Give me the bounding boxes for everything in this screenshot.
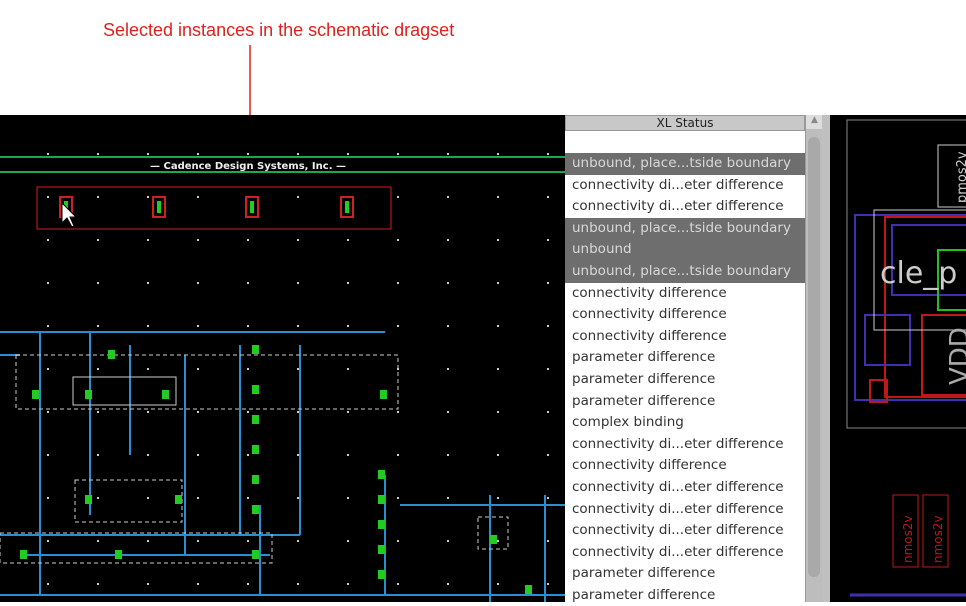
title-block-text: — Cadence Design Systems, Inc. — <box>150 161 346 172</box>
status-row[interactable]: parameter difference <box>565 563 805 585</box>
status-row[interactable]: connectivity di...eter difference <box>565 477 805 499</box>
status-row[interactable]: connectivity di...eter difference <box>565 196 805 218</box>
transistor-symbol <box>378 520 385 529</box>
status-row[interactable]: complex binding <box>565 412 805 434</box>
transistor-symbol <box>378 545 385 554</box>
transistor-symbol <box>85 390 92 399</box>
status-row-blank[interactable] <box>565 131 805 153</box>
status-row[interactable]: connectivity di...eter difference <box>565 434 805 456</box>
pin-label: VDD <box>945 327 966 385</box>
transistor-symbol <box>378 495 385 504</box>
transistor-symbol <box>20 550 27 559</box>
status-row[interactable]: parameter difference <box>565 347 805 369</box>
transistor-symbol <box>108 350 115 359</box>
transistor-symbol <box>252 505 259 514</box>
transistor-symbol <box>380 390 387 399</box>
status-row[interactable]: parameter difference <box>565 585 805 606</box>
mouse-cursor-icon <box>61 201 78 228</box>
transistor-symbol <box>175 495 182 504</box>
schematic-canvas[interactable]: — Cadence Design Systems, Inc. — <box>0 115 565 602</box>
scroll-up-icon[interactable]: ▲ <box>806 115 823 129</box>
transistor-symbol <box>85 495 92 504</box>
device-label: nmos2v <box>931 515 945 563</box>
status-row[interactable]: unbound, place...tside boundary <box>565 153 805 175</box>
transistor-symbol <box>378 570 385 579</box>
status-row[interactable]: connectivity difference <box>565 326 805 348</box>
transistor-symbol <box>32 390 39 399</box>
status-row[interactable]: unbound <box>565 239 805 261</box>
transistor-symbol <box>252 385 259 394</box>
status-row[interactable]: unbound, place...tside boundary <box>565 217 805 240</box>
transistor-symbol <box>252 550 259 559</box>
transistor-symbol <box>252 345 259 354</box>
status-row[interactable]: connectivity difference <box>565 455 805 477</box>
status-row[interactable]: connectivity di...eter difference <box>565 175 805 197</box>
status-scrollbar[interactable]: ▲ <box>805 115 823 602</box>
scrollbar-thumb[interactable] <box>808 137 820 577</box>
status-row[interactable]: parameter difference <box>565 391 805 413</box>
device-label: pmos2v <box>955 151 966 203</box>
panel-divider[interactable] <box>822 115 830 602</box>
transistor-symbol <box>490 535 497 544</box>
transistor-symbol <box>378 470 385 479</box>
status-row[interactable]: unbound, place...tside boundary <box>565 260 805 283</box>
transistor-symbol <box>252 415 259 424</box>
transistor-symbol <box>162 390 169 399</box>
transistor-symbol <box>525 585 532 594</box>
device-label: nmos2v <box>901 515 915 563</box>
status-row[interactable]: connectivity difference <box>565 304 805 326</box>
selected-instances <box>59 196 354 218</box>
status-row[interactable]: connectivity difference <box>565 283 805 305</box>
status-row[interactable]: parameter difference <box>565 369 805 391</box>
xl-status-header[interactable]: XL Status <box>565 115 805 131</box>
status-row[interactable]: connectivity di...eter difference <box>565 520 805 542</box>
status-row[interactable]: connectivity di...eter difference <box>565 499 805 521</box>
layout-canvas[interactable]: pmos2v cle_p VDD nmos2v nmos2v <box>830 115 966 602</box>
transistor-symbol <box>115 550 122 559</box>
dragset-selection-box <box>36 186 392 230</box>
transistor-symbol <box>252 445 259 454</box>
transistor-symbol <box>252 475 259 484</box>
status-row[interactable]: connectivity di...eter difference <box>565 542 805 564</box>
cell-label: cle_p <box>880 256 957 291</box>
xl-status-panel: XL Status unbound, place...tside boundar… <box>565 115 805 603</box>
